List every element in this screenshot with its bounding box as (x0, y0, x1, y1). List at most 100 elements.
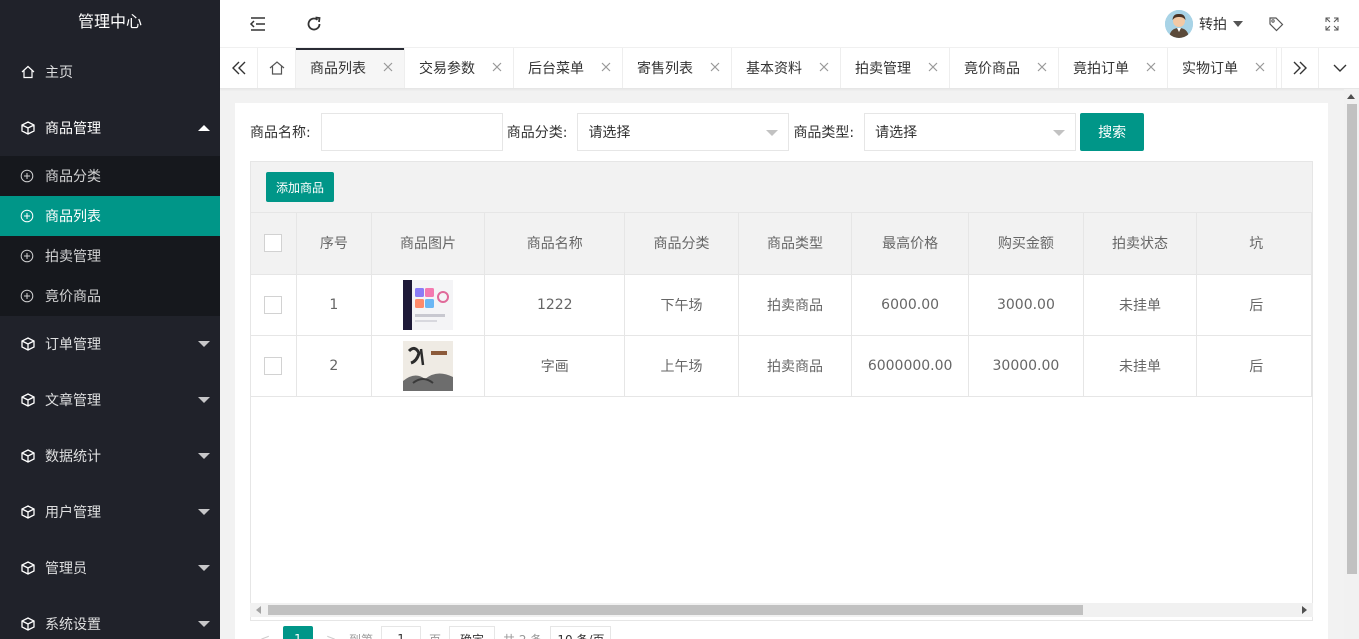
sidebar-subitem-category[interactable]: 商品分类 (0, 156, 220, 196)
plus-circle-icon (20, 209, 34, 223)
caret-down-icon (198, 397, 210, 403)
scrollbar-thumb[interactable] (268, 605, 1083, 615)
product-name: 字画 (484, 335, 626, 397)
row-checkbox[interactable] (264, 295, 283, 314)
prev-page-icon[interactable]: < (255, 632, 275, 639)
sidebar-item-user-management[interactable]: 用户管理 (0, 484, 220, 540)
product-name: 1222 (484, 274, 626, 336)
tab-bidding-products[interactable]: 竟价商品 (950, 48, 1059, 88)
plus-circle-icon (20, 289, 34, 303)
column-header: 坑 (1196, 213, 1312, 275)
tab-basic-info[interactable]: 基本资料 (732, 48, 841, 88)
sidebar-item-label: 管理员 (45, 561, 87, 577)
scrollbar-thumb[interactable] (1347, 104, 1357, 574)
product-image-cell (371, 335, 486, 397)
chevron-down-icon (766, 130, 779, 136)
tab-scroll-left-icon[interactable] (220, 48, 258, 88)
close-icon[interactable] (600, 61, 612, 73)
sidebar-subitem-label: 拍卖管理 (45, 249, 101, 265)
fold-menu-icon[interactable] (246, 12, 270, 36)
table-toolbar: 添加商品 (251, 162, 1312, 213)
data-table: 序号 商品图片 商品名称 商品分类 商品类型 最高价格 购买金额 拍卖状态 坑 … (251, 213, 1312, 397)
close-icon[interactable] (382, 61, 394, 73)
product-category: 下午场 (624, 274, 739, 336)
product-name-input[interactable] (320, 113, 503, 151)
current-page[interactable]: 1 (283, 626, 313, 639)
scroll-right-arrow-icon[interactable] (1302, 606, 1307, 614)
add-product-button[interactable]: 添加商品 (266, 172, 335, 202)
table-horizontal-scrollbar[interactable] (250, 603, 1313, 617)
product-type: 拍卖商品 (738, 335, 853, 397)
sidebar-subitem-label: 商品分类 (45, 169, 101, 185)
tab-product-list[interactable]: 商品列表 (296, 48, 405, 88)
auction-status: 未挂单 (1083, 335, 1198, 397)
truncated-cell: 后 (1196, 335, 1312, 397)
sidebar-item-label: 用户管理 (45, 505, 101, 521)
product-thumbnail[interactable] (403, 279, 454, 330)
sidebar-submenu: 商品分类 商品列表 拍卖管理 竟价商品 (0, 156, 220, 316)
tag-icon[interactable] (1264, 12, 1288, 36)
sidebar-item-label: 文章管理 (45, 393, 101, 409)
tab-scroll-right-icon[interactable] (1281, 48, 1319, 88)
product-type-select[interactable]: 请选择 (864, 113, 1077, 151)
row-checkbox[interactable] (264, 356, 283, 375)
column-header: 序号 (296, 213, 372, 275)
cube-icon (20, 448, 36, 464)
truncated-cell: 后 (1196, 274, 1312, 336)
max-price: 6000.00 (851, 274, 970, 336)
page-size-select[interactable]: 10 条/页 (550, 626, 612, 639)
close-icon[interactable] (818, 61, 830, 73)
search-button[interactable]: 搜索 (1080, 113, 1145, 151)
close-icon[interactable] (1254, 61, 1266, 73)
column-header: 购买金额 (968, 213, 1084, 275)
home-tab-icon[interactable] (258, 48, 296, 88)
scroll-up-arrow-icon[interactable] (1347, 94, 1355, 99)
caret-down-icon (198, 509, 210, 515)
tab-backend-menu[interactable]: 后台菜单 (514, 48, 623, 88)
scroll-left-arrow-icon[interactable] (256, 606, 261, 614)
sidebar-item-admin[interactable]: 管理员 (0, 540, 220, 596)
select-value: 请选择 (875, 125, 918, 141)
fullscreen-icon[interactable] (1320, 12, 1344, 36)
tab-label: 拍卖管理 (855, 61, 911, 77)
refresh-icon[interactable] (302, 12, 326, 36)
sidebar-item-system-settings[interactable]: 系统设置 (0, 596, 220, 639)
tab-label: 后台菜单 (528, 61, 584, 77)
tab-physical-orders[interactable]: 实物订单 (1168, 48, 1277, 88)
sidebar-subitem-product-list[interactable]: 商品列表 (0, 196, 220, 236)
close-icon[interactable] (927, 61, 939, 73)
confirm-page-button[interactable]: 确定 (449, 626, 496, 639)
close-icon[interactable] (1036, 61, 1048, 73)
sidebar-subitem-auction[interactable]: 拍卖管理 (0, 236, 220, 276)
user-name: 转拍 (1199, 17, 1227, 33)
sidebar-item-order-management[interactable]: 订单管理 (0, 316, 220, 372)
tab-consignment-list[interactable]: 寄售列表 (623, 48, 732, 88)
sidebar-item-statistics[interactable]: 数据统计 (0, 428, 220, 484)
tab-auction-management[interactable]: 拍卖管理 (841, 48, 950, 88)
page-vertical-scrollbar[interactable] (1344, 89, 1359, 639)
tab-bidding-orders[interactable]: 竟拍订单 (1059, 48, 1168, 88)
goto-page-input[interactable]: 1 (381, 626, 422, 639)
tab-menu-chevron-down-icon[interactable] (1321, 48, 1359, 88)
close-icon[interactable] (709, 61, 721, 73)
purchase-amount: 3000.00 (968, 274, 1084, 336)
sidebar-subitem-label: 竟价商品 (45, 289, 101, 305)
sidebar-item-article-management[interactable]: 文章管理 (0, 372, 220, 428)
plus-circle-icon (20, 249, 34, 263)
product-thumbnail[interactable] (403, 340, 454, 391)
tab-trade-params[interactable]: 交易参数 (405, 48, 514, 88)
tab-label: 商品列表 (310, 61, 366, 77)
pagination: < 1 > 到第 1 页 确定 共 2 条 10 条/页 (255, 624, 619, 639)
sidebar-subitem-bidding[interactable]: 竟价商品 (0, 276, 220, 316)
user-menu[interactable]: 转拍 (1165, 10, 1243, 38)
product-category-select[interactable]: 请选择 (577, 113, 790, 151)
select-all-checkbox[interactable] (264, 234, 283, 253)
close-icon[interactable] (491, 61, 503, 73)
column-header: 拍卖状态 (1083, 213, 1198, 275)
next-page-icon[interactable]: > (321, 632, 341, 639)
cube-icon (20, 504, 36, 520)
sidebar-item-home[interactable]: 主页 (0, 44, 220, 100)
close-icon[interactable] (1145, 61, 1157, 73)
sidebar: 管理中心 主页 商品管理 商品分类 商品列表 拍卖管理 竟价商品 订单管理 文章… (0, 0, 220, 639)
sidebar-item-product-management[interactable]: 商品管理 (0, 100, 220, 156)
